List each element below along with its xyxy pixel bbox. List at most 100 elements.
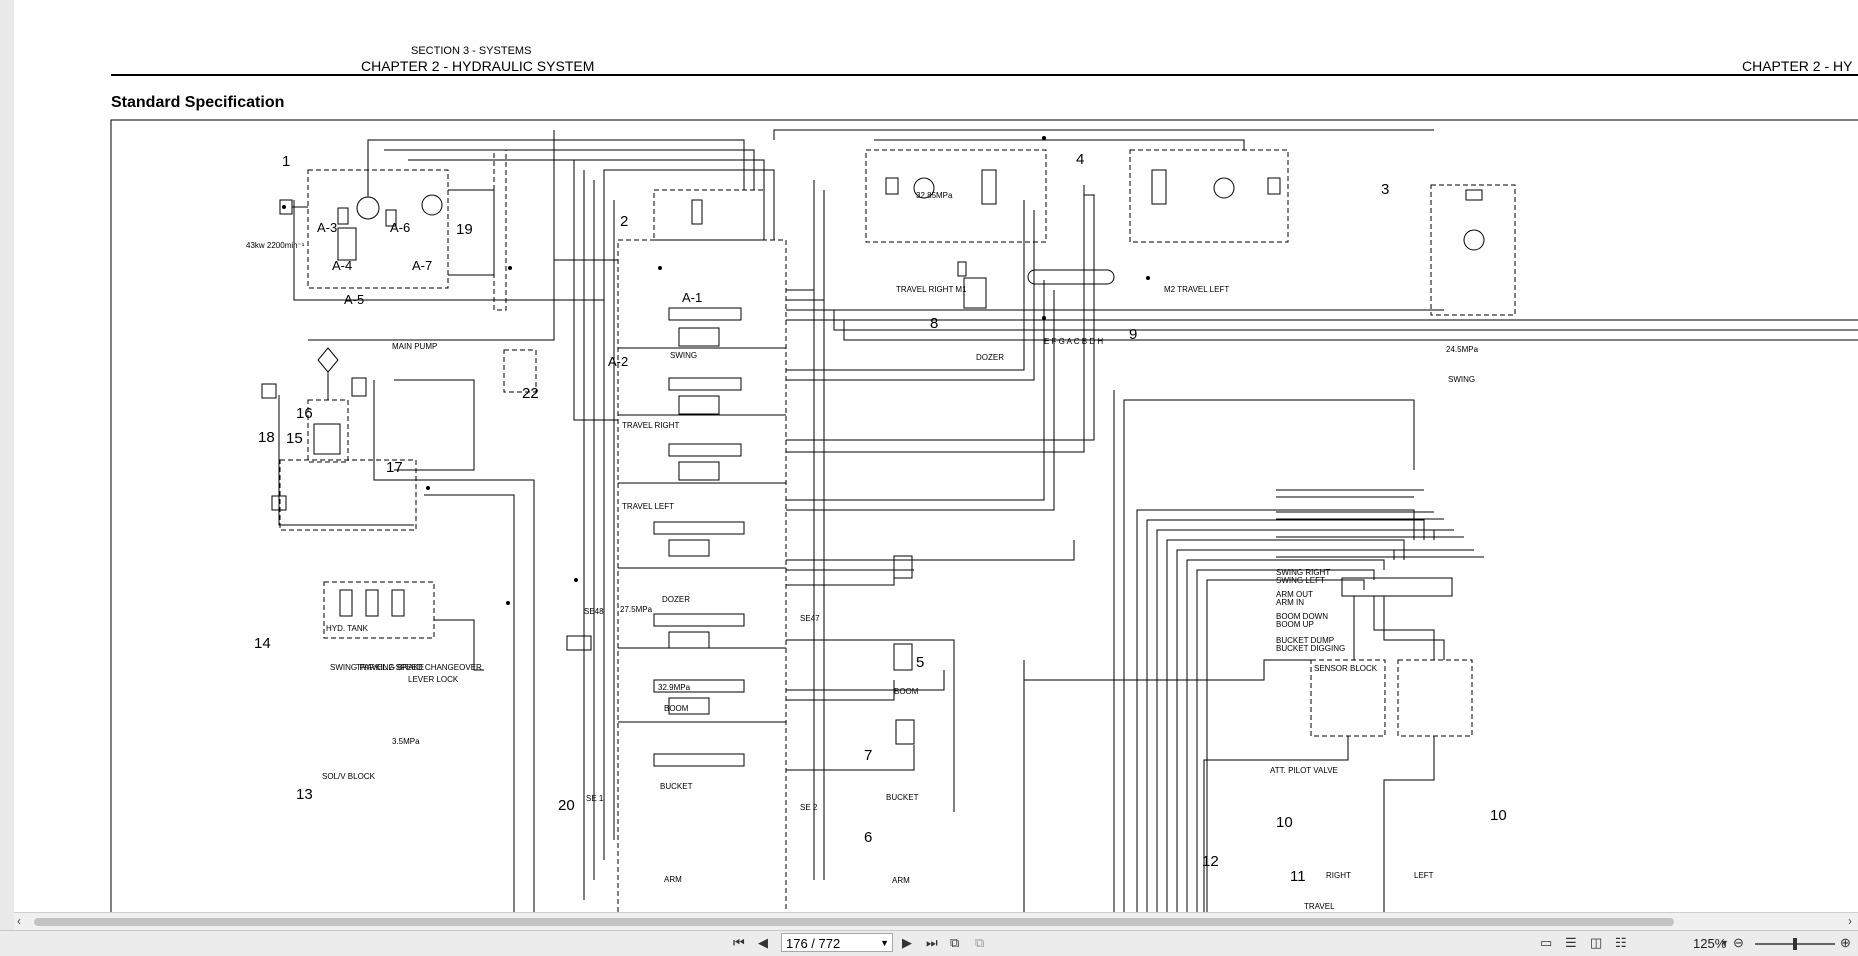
callout-4: 4	[1076, 151, 1084, 168]
callout-16: 16	[296, 405, 313, 422]
port-a3: A-3	[317, 220, 337, 235]
strainer-18	[261, 383, 277, 399]
page-dropdown-icon[interactable]: ▼	[880, 934, 889, 953]
callout-15: 15	[286, 430, 303, 447]
sensor-se48: SE48	[584, 607, 604, 616]
travel-right-section-label: TRAVEL RIGHT	[622, 421, 679, 430]
next-page-icon[interactable]: ▶	[902, 935, 912, 951]
paste-icon[interactable]: ⧉	[975, 935, 984, 951]
shuttle-valve-20	[566, 635, 592, 651]
pilot-line-bucket-digging: BUCKET DIGGING	[1276, 644, 1345, 653]
zoom-slider-knob[interactable]	[1793, 938, 1797, 950]
travel-left-section-label: TRAVEL LEFT	[622, 502, 674, 511]
single-page-view-icon[interactable]: ▭	[1540, 935, 1552, 951]
pressure-dozer: 27.5MPa	[620, 605, 653, 614]
hydraulic-schematic: 1 2 3 4 5 6 7 8 9 10 11 12 13 14 15 16 1…	[110, 119, 1858, 912]
sensor-se47: SE47	[800, 614, 820, 623]
callout-20: 20	[558, 797, 575, 814]
filter-15	[313, 423, 341, 455]
callout-18: 18	[258, 429, 275, 446]
sol-block-label: SOL/V BLOCK	[322, 772, 376, 781]
copy-icon[interactable]: ⧉	[950, 935, 959, 951]
pressure-sol: 3.5MPa	[392, 737, 420, 746]
pilot-line-swing-left: SWING LEFT	[1276, 576, 1325, 585]
callout-7: 7	[864, 747, 872, 764]
pdf-page: SECTION 3 - SYSTEMS CHAPTER 2 - HYDRAULI…	[14, 0, 1858, 912]
two-page-continuous-icon[interactable]: ☷	[1615, 935, 1627, 951]
scroll-left-icon[interactable]: ‹	[17, 914, 21, 928]
callout-19: 19	[456, 221, 473, 238]
zoom-slider[interactable]	[1755, 938, 1835, 950]
sensor-block	[1341, 577, 1453, 597]
swing-spool	[668, 307, 742, 321]
travel-right-motor-box	[865, 149, 1047, 243]
bucket-section-label: BUCKET	[660, 782, 693, 791]
callout-11: 11	[1290, 868, 1306, 885]
last-page-icon[interactable]: ⏭	[926, 935, 938, 951]
callout-8: 8	[930, 315, 938, 332]
port-a4: A-4	[332, 258, 352, 273]
arm-cylinder	[895, 719, 915, 745]
travel-label: TRAVEL	[1304, 902, 1335, 911]
page-number-text: 176 / 772	[786, 936, 841, 951]
travel-left-motor-box	[1129, 149, 1289, 243]
scroll-right-icon[interactable]: ›	[1848, 914, 1852, 928]
sensor-se2: SE 2	[800, 803, 818, 812]
dozer-section-label: DOZER	[662, 595, 690, 604]
sol-label-travel: TRAVEL 2-SPEED CHANGEOVER	[356, 663, 482, 672]
callout-22: 22	[522, 385, 539, 402]
scrollbar-thumb[interactable]	[34, 918, 1674, 926]
sol-label-lever: LEVER LOCK	[408, 675, 459, 684]
callout-13: 13	[296, 786, 313, 803]
arm-section-label: ARM	[664, 875, 682, 884]
zoom-dropdown-icon[interactable]: ▼	[1720, 935, 1729, 951]
callout-9: 9	[1129, 326, 1137, 343]
travel-right-spool	[668, 377, 742, 391]
boom-spool	[653, 613, 745, 627]
bucket-cyl-label: BUCKET	[886, 793, 919, 802]
hyd-tank-label: HYD. TANK	[326, 624, 369, 633]
sensor-se1: SE 1	[586, 794, 604, 803]
callout-10a: 10	[1276, 814, 1293, 831]
pilot-line-arm-in: ARM IN	[1276, 598, 1304, 607]
travel-left-motor-label: M2 TRAVEL LEFT	[1164, 285, 1229, 294]
boom-cylinder	[893, 555, 913, 579]
cooler-16	[317, 347, 339, 373]
first-page-icon[interactable]: ⏮	[733, 935, 745, 951]
pilot-valve-left	[1397, 659, 1473, 737]
bucket-cylinder	[893, 643, 913, 671]
pressure-boom: 32.9MPa	[658, 683, 691, 692]
boom-section-label: BOOM	[664, 704, 689, 713]
pump-a7	[421, 194, 443, 216]
pdf-toolbar: ⏮ ◀ 176 / 772 ▼ ▶ ⏭ ⧉ ⧉ ▭ ☰ ◫ ☷ 125% ▼ ⊖…	[0, 930, 1858, 956]
port-a7: A-7	[412, 258, 432, 273]
travel-right-motor-label: TRAVEL RIGHT M1	[896, 285, 967, 294]
continuous-view-icon[interactable]: ☰	[1565, 935, 1577, 951]
callout-3: 3	[1381, 181, 1389, 198]
pilot-valve-label: ATT. PILOT VALVE	[1270, 766, 1338, 775]
zoom-out-icon[interactable]: ⊖	[1733, 935, 1744, 951]
pump-a3-a6	[356, 196, 380, 220]
pilot-line-boom-up: BOOM UP	[1276, 620, 1314, 629]
arm-cyl-label: ARM	[892, 876, 910, 885]
pilot-right-label: RIGHT	[1326, 871, 1351, 880]
engine-label: 43kw 2200min⁻¹	[246, 241, 305, 250]
dozer-cyl-label: DOZER	[976, 353, 1004, 362]
sensor-block-label: SENSOR BLOCK	[1314, 664, 1378, 673]
schematic-frame	[110, 119, 1858, 912]
page-number-field[interactable]: 176 / 772 ▼	[781, 933, 893, 952]
swivel-ports-label: E F G A C B D H	[1044, 337, 1103, 346]
check-17	[351, 377, 367, 397]
boom-cyl-label: BOOM	[894, 687, 919, 696]
pilot-left-label: LEFT	[1414, 871, 1434, 880]
horizontal-scrollbar[interactable]: ‹ ›	[14, 912, 1858, 931]
left-panel-edge	[0, 0, 15, 930]
prev-page-icon[interactable]: ◀	[758, 935, 768, 951]
callout-6: 6	[864, 829, 872, 846]
callout-2: 2	[620, 213, 628, 230]
port-a6: A-6	[390, 220, 410, 235]
callout-17: 17	[386, 459, 403, 476]
two-page-view-icon[interactable]: ◫	[1590, 935, 1602, 951]
dozer-cylinder	[963, 277, 987, 309]
zoom-in-icon[interactable]: ⊕	[1840, 935, 1851, 951]
